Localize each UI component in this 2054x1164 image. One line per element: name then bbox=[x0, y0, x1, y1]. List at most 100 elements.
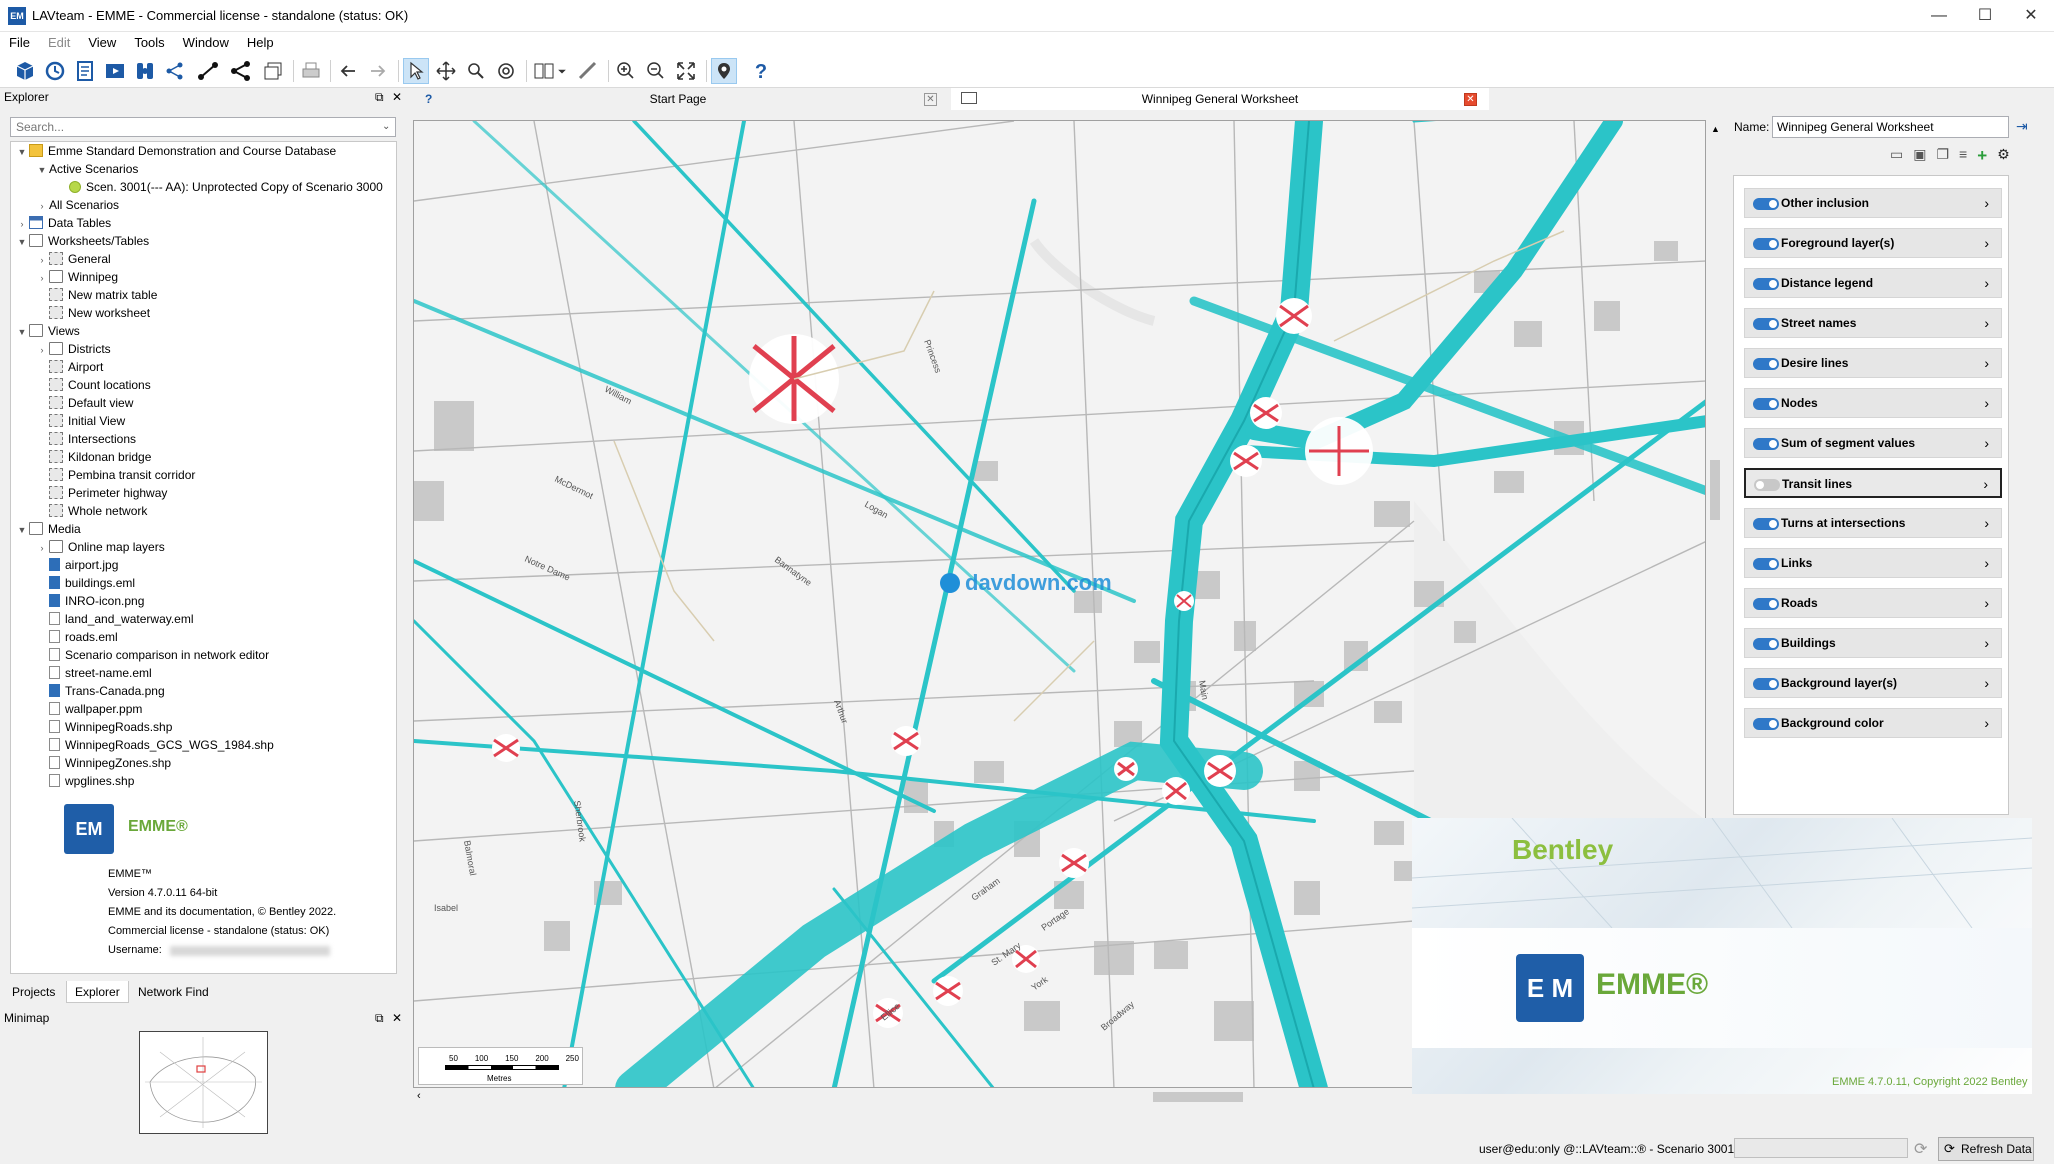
chevron-right-icon[interactable]: › bbox=[1984, 589, 1989, 617]
windows-stack-icon[interactable] bbox=[260, 58, 286, 84]
layer-toggle[interactable] bbox=[1753, 598, 1779, 610]
chevron-right-icon[interactable]: › bbox=[1984, 509, 1989, 537]
chevron-right-icon[interactable]: › bbox=[1983, 470, 1988, 498]
map-pin-icon[interactable] bbox=[711, 58, 737, 84]
chevron-right-icon[interactable]: › bbox=[35, 269, 49, 287]
tree-item[interactable]: INRO-icon.png bbox=[35, 592, 144, 610]
layer-toggle[interactable] bbox=[1753, 718, 1779, 730]
menu-tools[interactable]: Tools bbox=[125, 32, 173, 53]
help-icon[interactable]: ? bbox=[748, 58, 774, 84]
scroll-thumb[interactable] bbox=[1153, 1092, 1243, 1102]
zoom-out-icon[interactable] bbox=[643, 58, 669, 84]
tree-item[interactable]: Scenario comparison in network editor bbox=[35, 646, 269, 664]
layer-item[interactable]: Street names › bbox=[1744, 308, 2002, 338]
tree-item[interactable]: Intersections bbox=[35, 430, 136, 448]
maximize-button[interactable]: ☐ bbox=[1962, 0, 2008, 32]
tree-item[interactable]: Pembina transit corridor bbox=[35, 466, 195, 484]
tree-item[interactable]: WinnipegRoads.shp bbox=[35, 718, 172, 736]
node-graph-icon[interactable] bbox=[228, 58, 254, 84]
layer-toggle[interactable] bbox=[1753, 398, 1779, 410]
tree-item[interactable]: ▼ Views bbox=[15, 322, 80, 340]
tree-item[interactable]: › General bbox=[35, 250, 111, 268]
tree-item[interactable]: wallpaper.ppm bbox=[35, 700, 142, 718]
chevron-right-icon[interactable]: › bbox=[1984, 349, 1989, 377]
layer-toggle[interactable] bbox=[1753, 558, 1779, 570]
chevron-right-icon[interactable]: › bbox=[15, 215, 29, 233]
layer-item[interactable]: Links › bbox=[1744, 548, 2002, 578]
run-tool-icon[interactable] bbox=[102, 58, 128, 84]
layer-item[interactable]: Roads › bbox=[1744, 588, 2002, 618]
layer-toggle[interactable] bbox=[1754, 479, 1780, 491]
layer-item[interactable]: Background color › bbox=[1744, 708, 2002, 738]
layer-item[interactable]: Desire lines › bbox=[1744, 348, 2002, 378]
tree-item[interactable]: WinnipegRoads_GCS_WGS_1984.shp bbox=[35, 736, 274, 754]
layer-item[interactable]: Sum of segment values › bbox=[1744, 428, 2002, 458]
float-icon[interactable]: ⧉ bbox=[375, 1011, 384, 1026]
tree-item[interactable]: Airport bbox=[35, 358, 103, 376]
tree-item[interactable]: ▼ Media bbox=[15, 520, 81, 538]
zoom-extent-icon[interactable] bbox=[673, 58, 699, 84]
chevron-right-icon[interactable]: › bbox=[1984, 309, 1989, 337]
chevron-right-icon[interactable]: › bbox=[35, 539, 49, 557]
tree-item[interactable]: ▼ Emme Standard Demonstration and Course … bbox=[15, 142, 336, 160]
chevron-down-icon[interactable] bbox=[555, 58, 569, 84]
layer-toggle[interactable] bbox=[1753, 438, 1779, 450]
modeller-icon[interactable] bbox=[132, 58, 158, 84]
save-as-icon[interactable]: ▣ bbox=[1913, 146, 1926, 166]
layer-toggle[interactable] bbox=[1753, 198, 1779, 210]
select-pointer-icon[interactable] bbox=[403, 58, 429, 84]
tree-item[interactable]: Initial View bbox=[35, 412, 125, 430]
menu-file[interactable]: File bbox=[0, 32, 39, 53]
find-icon[interactable] bbox=[493, 58, 519, 84]
chevron-right-icon[interactable]: › bbox=[1984, 229, 1989, 257]
tree-item[interactable]: › All Scenarios bbox=[35, 196, 120, 214]
layer-item[interactable]: Distance legend › bbox=[1744, 268, 2002, 298]
chevron-down-icon[interactable]: ▼ bbox=[15, 233, 29, 251]
chevron-right-icon[interactable]: › bbox=[35, 341, 49, 359]
chevron-up-icon[interactable]: ▲ bbox=[1711, 124, 1720, 134]
menu-view[interactable]: View bbox=[79, 32, 125, 53]
tree-item[interactable]: Default view bbox=[35, 394, 133, 412]
tree-item[interactable]: ▼ Active Scenarios bbox=[35, 160, 139, 179]
add-layer-icon[interactable]: + bbox=[1977, 146, 1987, 166]
list-icon[interactable]: ≡ bbox=[1959, 146, 1967, 166]
tree-item[interactable]: buildings.eml bbox=[35, 574, 135, 592]
minimap-view[interactable] bbox=[139, 1031, 268, 1134]
tree-item[interactable]: airport.jpg bbox=[35, 556, 118, 574]
chevron-right-icon[interactable]: › bbox=[1984, 669, 1989, 697]
chevron-right-icon[interactable]: › bbox=[1984, 429, 1989, 457]
layer-toggle[interactable] bbox=[1753, 318, 1779, 330]
chevron-right-icon[interactable]: › bbox=[1984, 549, 1989, 577]
forward-arrow-icon[interactable] bbox=[365, 58, 391, 84]
tab-projects[interactable]: Projects bbox=[4, 981, 63, 1003]
layer-item[interactable]: Transit lines › bbox=[1744, 468, 2002, 498]
layer-item[interactable]: Foreground layer(s) › bbox=[1744, 228, 2002, 258]
menu-window[interactable]: Window bbox=[174, 32, 238, 53]
chevron-right-icon[interactable]: › bbox=[1984, 389, 1989, 417]
gear-icon[interactable]: ⚙ bbox=[1997, 146, 2010, 166]
close-icon[interactable]: ✕ bbox=[392, 90, 402, 104]
tree-item[interactable]: roads.eml bbox=[35, 628, 118, 646]
chevron-left-icon[interactable]: ‹ bbox=[417, 1090, 421, 1102]
chevron-down-icon[interactable]: ▼ bbox=[15, 521, 29, 539]
close-icon[interactable]: ✕ bbox=[1464, 93, 1477, 106]
close-icon[interactable]: ✕ bbox=[392, 1011, 402, 1025]
worksheet-name-input[interactable]: Winnipeg General Worksheet bbox=[1772, 116, 2009, 138]
tree-item[interactable]: › Winnipeg bbox=[35, 268, 118, 286]
tree-item[interactable]: ▼ Worksheets/Tables bbox=[15, 232, 149, 250]
tree-item[interactable]: Kildonan bridge bbox=[35, 448, 151, 466]
menu-edit[interactable]: Edit bbox=[39, 32, 79, 53]
tree-item[interactable]: Scen. 3001(--- AA): Unprotected Copy of … bbox=[55, 178, 383, 196]
layer-toggle[interactable] bbox=[1753, 358, 1779, 370]
layout-icon[interactable] bbox=[531, 58, 557, 84]
link-connect-icon[interactable] bbox=[195, 58, 221, 84]
tab-explorer[interactable]: Explorer bbox=[66, 981, 129, 1003]
tab-start-page[interactable]: ? Start Page ✕ bbox=[411, 88, 945, 110]
chevron-down-icon[interactable]: ▼ bbox=[35, 161, 49, 179]
scenario-clock-icon[interactable] bbox=[42, 58, 68, 84]
layer-item[interactable]: Other inclusion › bbox=[1744, 188, 2002, 218]
back-arrow-icon[interactable] bbox=[335, 58, 361, 84]
pan-move-icon[interactable] bbox=[433, 58, 459, 84]
zoom-search-icon[interactable] bbox=[463, 58, 489, 84]
refresh-data-button[interactable]: ⟳ Refresh Data bbox=[1938, 1137, 2034, 1161]
